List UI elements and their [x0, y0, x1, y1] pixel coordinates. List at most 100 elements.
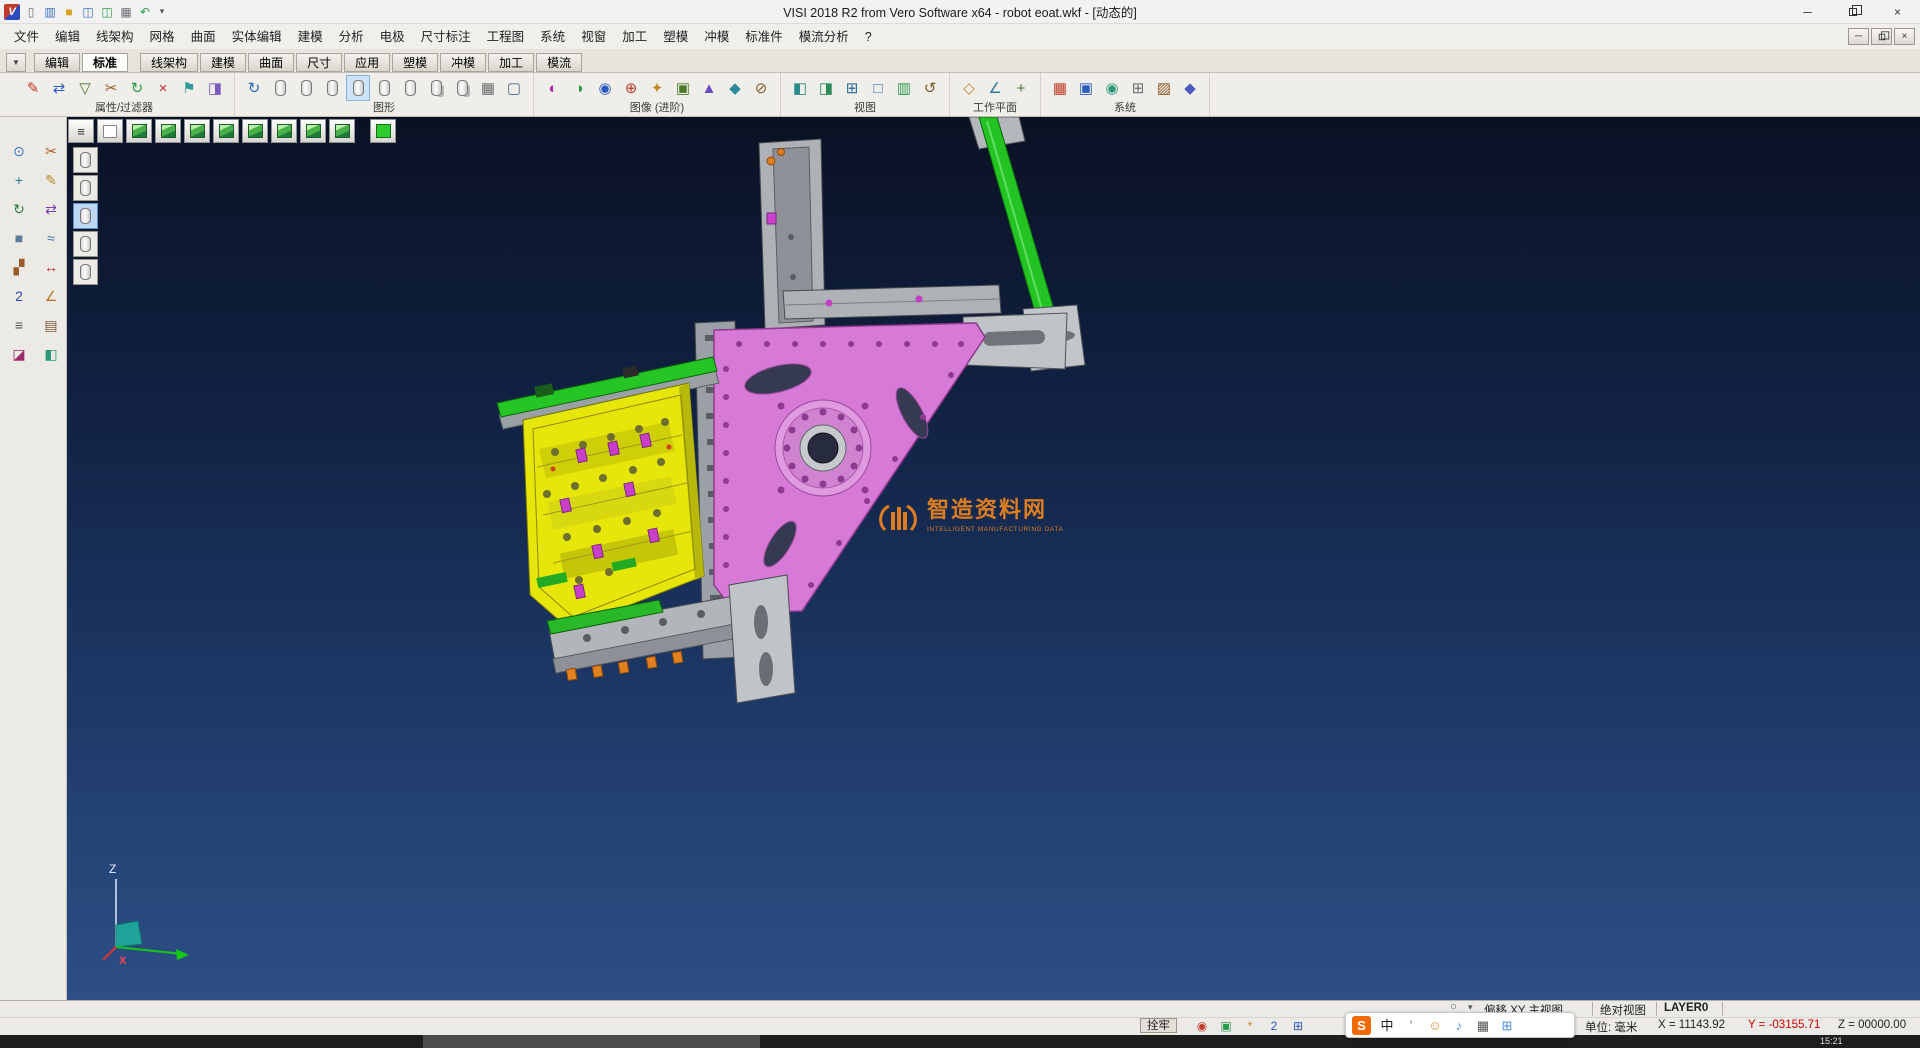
cylinder-stack-icon[interactable] — [450, 75, 474, 101]
menu-item[interactable]: 网格 — [142, 25, 183, 49]
workplane-reset-icon[interactable]: + — [1009, 75, 1033, 101]
workplane-align-icon[interactable]: ∠ — [983, 75, 1007, 101]
cylinder-hidden-line-icon[interactable] — [320, 75, 344, 101]
ime-punctuation[interactable]: ʼ — [1401, 1014, 1421, 1036]
stereo-view-icon[interactable]: ⊕ — [619, 75, 643, 101]
snap-point-icon[interactable]: ◉ — [1192, 1018, 1212, 1034]
view-shaded-green-icon[interactable] — [370, 119, 396, 143]
sogou-logo-icon[interactable]: S — [1352, 1016, 1371, 1035]
mdi-restore-button[interactable] — [1871, 28, 1892, 45]
section-view-icon[interactable]: ⊘ — [749, 75, 773, 101]
tab-moldflow[interactable]: 模流 — [536, 53, 582, 72]
view-menu-icon[interactable]: ≡ — [68, 119, 94, 143]
view-axonometric-icon[interactable] — [329, 119, 355, 143]
previous-view-icon[interactable]: ↺ — [918, 75, 942, 101]
layers-icon[interactable]: ≡ — [7, 313, 31, 337]
curve-icon[interactable]: ≈ — [39, 226, 63, 250]
menu-item[interactable]: 曲面 — [183, 25, 224, 49]
menu-item[interactable]: 编辑 — [47, 25, 88, 49]
perspective-icon[interactable]: ◆ — [1178, 75, 1202, 101]
copy-attributes-icon[interactable]: ⇄ — [47, 75, 71, 101]
trim-icon[interactable]: ✂ — [99, 75, 123, 101]
menu-item[interactable]: 模流分析 — [791, 25, 857, 49]
dynamic-pan-icon[interactable]: ◑ — [567, 75, 591, 101]
zoom-icon[interactable]: ⊙ — [7, 139, 31, 163]
menu-item[interactable]: 线架构 — [88, 25, 142, 49]
mdi-close-button[interactable]: × — [1894, 28, 1915, 45]
angle-icon[interactable]: ∠ — [39, 284, 63, 308]
delete-icon[interactable]: × — [151, 75, 175, 101]
pattern-icon[interactable]: ▨ — [1152, 75, 1176, 101]
properties-icon[interactable]: ◨ — [203, 75, 227, 101]
tab-edit[interactable]: 编辑 — [34, 53, 80, 72]
settings-icon[interactable]: * — [1240, 1018, 1260, 1034]
dynamic-rotate-icon[interactable]: ◐ — [541, 75, 565, 101]
cylinder-translucent-icon[interactable] — [372, 75, 396, 101]
translucent-mode-button[interactable] — [73, 231, 98, 257]
cylinder-solid-icon[interactable] — [268, 75, 292, 101]
zoom-fit-icon[interactable]: ▥ — [892, 75, 916, 101]
snapshot-icon[interactable]: ▲ — [697, 75, 721, 101]
shaded-mode-button[interactable] — [73, 147, 98, 173]
clipboard-icon[interactable]: ▤ — [39, 313, 63, 337]
grid-icon[interactable]: ⊞ — [1288, 1018, 1308, 1034]
ime-voice-icon[interactable]: ♪ — [1449, 1014, 1469, 1036]
view-back-icon[interactable] — [213, 119, 239, 143]
minimize-button[interactable]: ─ — [1785, 0, 1830, 24]
lighting-icon[interactable]: ✦ — [645, 75, 669, 101]
menu-item[interactable]: 系统 — [532, 25, 573, 49]
regenerate-icon[interactable]: ↻ — [125, 75, 149, 101]
filter-icon[interactable]: ▽ — [73, 75, 97, 101]
tab-die[interactable]: 冲模 — [440, 53, 486, 72]
mirror-icon[interactable]: ⇄ — [39, 197, 63, 221]
ghost-mode-button[interactable] — [73, 259, 98, 285]
print-icon[interactable]: ▦ — [117, 3, 135, 21]
knife-ic[interactable]: ✂ — [39, 139, 63, 163]
taskbar-app-button[interactable] — [423, 1035, 760, 1048]
menu-item[interactable]: 电极 — [372, 25, 413, 49]
new-file-icon[interactable]: ▯ — [22, 3, 40, 21]
hidden-line-mode-button[interactable] — [73, 203, 98, 229]
move-icon[interactable]: + — [7, 168, 31, 192]
stats-icon[interactable]: ▥ — [41, 3, 59, 21]
layer-palette-icon[interactable]: ▦ — [1048, 75, 1072, 101]
qat-caret-icon[interactable]: ▾ — [156, 6, 168, 17]
rotate-icon[interactable]: ↻ — [7, 197, 31, 221]
menu-item[interactable]: 冲模 — [696, 25, 737, 49]
render-icon[interactable]: ▣ — [671, 75, 695, 101]
tab-dropdown-icon[interactable]: ▼ — [6, 53, 26, 72]
menu-item[interactable]: 文件 — [6, 25, 47, 49]
cylinder-shaded-icon[interactable] — [346, 75, 370, 101]
tab-mold[interactable]: 塑模 — [392, 53, 438, 72]
workplane-create-icon[interactable]: ◇ — [957, 75, 981, 101]
two-point-icon[interactable]: 2 — [7, 284, 31, 308]
display-settings-icon[interactable]: ▣ — [1074, 75, 1098, 101]
shade-icon[interactable]: ■ — [7, 226, 31, 250]
tab-standard[interactable]: 标准 — [82, 53, 128, 72]
menu-item[interactable]: ? — [857, 25, 880, 49]
single-view-icon[interactable]: ◧ — [788, 75, 812, 101]
paint-icon[interactable]: ◧ — [39, 342, 63, 366]
ime-emoji-icon[interactable]: ☺ — [1425, 1014, 1445, 1036]
menu-item[interactable]: 建模 — [290, 25, 331, 49]
cylinder-wireframe-icon[interactable] — [294, 75, 318, 101]
model-yellow-block[interactable] — [523, 383, 704, 629]
ime-lang-toggle[interactable]: 中 — [1377, 1014, 1397, 1036]
save-all-icon[interactable]: ◫ — [98, 3, 116, 21]
viewport[interactable]: Z X ≡ — [67, 117, 1920, 1000]
tab-wireframe[interactable]: 线架构 — [140, 53, 198, 72]
bounds-display-icon[interactable]: ▢ — [502, 75, 526, 101]
menu-item[interactable]: 工程图 — [479, 25, 533, 49]
flag-icon[interactable]: ⚑ — [177, 75, 201, 101]
ime-toolbox-icon[interactable]: ⊞ — [1497, 1014, 1517, 1036]
menu-item[interactable]: 分析 — [331, 25, 372, 49]
menu-item[interactable]: 视窗 — [573, 25, 614, 49]
menu-item[interactable]: 标准件 — [737, 25, 791, 49]
ime-keyboard-icon[interactable]: ▦ — [1473, 1014, 1493, 1036]
save-icon[interactable]: ◫ — [79, 3, 97, 21]
view-right-icon[interactable] — [184, 119, 210, 143]
menu-item[interactable]: 塑模 — [655, 25, 696, 49]
menu-item[interactable]: 加工 — [614, 25, 655, 49]
view-front-icon[interactable] — [155, 119, 181, 143]
refresh-view-icon[interactable]: ↻ — [242, 75, 266, 101]
